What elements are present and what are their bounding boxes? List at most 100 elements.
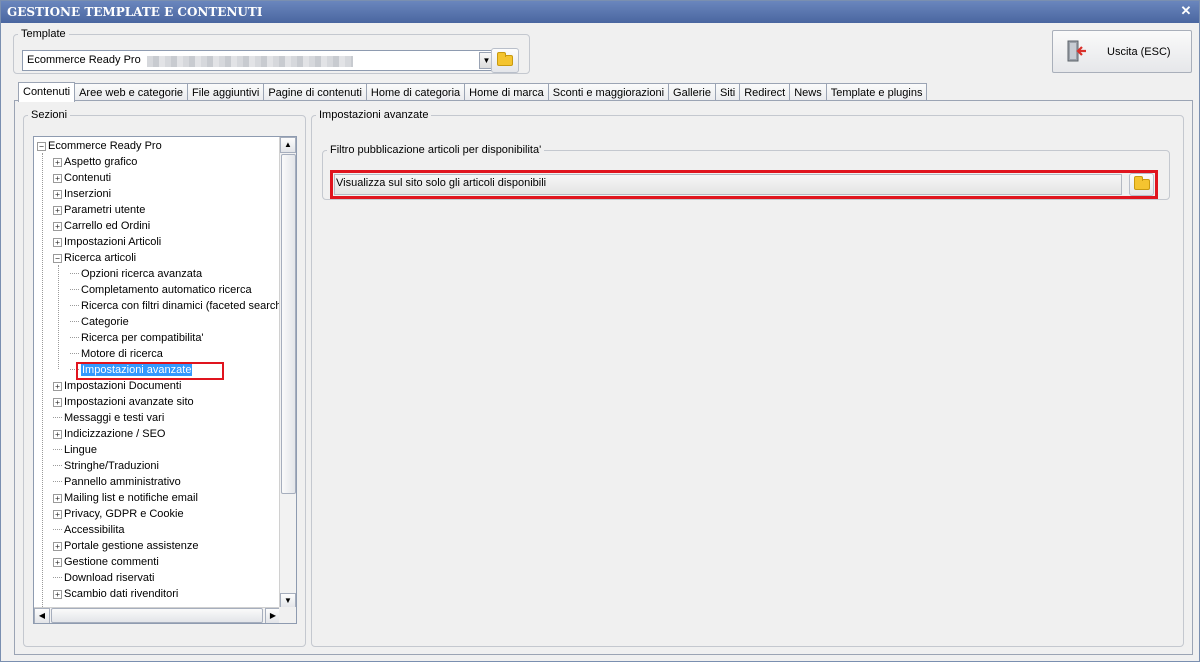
vertical-scroll-thumb[interactable] [281, 154, 296, 494]
tree-subitem[interactable]: Opzioni ricerca avanzata [70, 266, 202, 282]
expand-icon[interactable]: + [53, 494, 62, 503]
window-title: GESTIONE TEMPLATE E CONTENUTI [7, 5, 263, 19]
tree-connector [70, 321, 79, 322]
tree-connector [53, 417, 62, 418]
tree-item-label: Completamento automatico ricerca [81, 284, 252, 296]
tree-item-label: Gestione commenti [64, 556, 159, 568]
template-select[interactable]: Ecommerce Ready Pro ▼ [22, 50, 496, 71]
template-select-value: Ecommerce Ready Pro [27, 54, 141, 66]
tree-subitem[interactable]: Impostazioni avanzate [70, 362, 193, 378]
exit-button[interactable]: Uscita (ESC) [1052, 30, 1192, 73]
expand-icon[interactable]: + [53, 558, 62, 567]
expand-icon[interactable]: + [53, 174, 62, 183]
tree-item[interactable]: Accessibilita [53, 522, 125, 538]
tree-subitem[interactable]: Ricerca per compatibilita' [70, 330, 204, 346]
tree-item-label: Mailing list e notifiche email [64, 492, 198, 504]
tree-item[interactable]: + Portale gestione assistenze [53, 538, 199, 554]
tree-item-label: Download riservati [64, 572, 155, 584]
advanced-settings-group: Impostazioni avanzate Filtro pubblicazio… [311, 109, 1184, 647]
tree-root-label: Ecommerce Ready Pro [48, 140, 162, 152]
tree-connector [53, 481, 62, 482]
vertical-scrollbar[interactable]: ▲ ▼ [279, 137, 296, 609]
tree-item-label: Ricerca articoli [64, 252, 137, 264]
expand-icon[interactable]: + [53, 398, 62, 407]
availability-filter-group: Filtro pubblicazione articoli per dispon… [322, 144, 1170, 200]
tree-subitem[interactable]: Categorie [70, 314, 129, 330]
folder-icon [497, 52, 513, 66]
tree-item[interactable]: + Privacy, GDPR e Cookie [53, 506, 184, 522]
tree-connector [70, 273, 79, 274]
tree-item-label: Aspetto grafico [64, 156, 138, 168]
tree-item[interactable]: Download riservati [53, 570, 154, 586]
tree-item-label: Impostazioni Documenti [64, 380, 182, 392]
tree-item-label: Contenuti [64, 172, 112, 184]
tree-subitem[interactable]: Ricerca con filtri dinamici (faceted sea… [70, 298, 285, 314]
redacted-text [147, 56, 353, 67]
exit-door-icon [1067, 40, 1086, 62]
tree-item-label: Categorie [81, 316, 129, 328]
tree-item-label: Portale gestione assistenze [64, 540, 199, 552]
expand-icon[interactable]: + [53, 510, 62, 519]
collapse-icon[interactable]: − [37, 142, 46, 151]
expand-icon[interactable]: + [53, 430, 62, 439]
tree-item[interactable]: + Parametri utente [53, 202, 145, 218]
availability-filter-highlight: Visualizza sul sito solo gli articoli di… [330, 170, 1158, 199]
tree-guide-line [42, 153, 43, 609]
horizontal-scrollbar[interactable]: ◀ ▶ [34, 607, 281, 623]
tree-item-label: Accessibilita [64, 524, 125, 536]
close-icon[interactable]: ✕ [1179, 1, 1193, 23]
tree-item-label: Lingue [64, 444, 98, 456]
availability-filter-value[interactable]: Visualizza sul sito solo gli articoli di… [334, 174, 1122, 195]
tab-strip: Contenuti Aree web e categorie File aggi… [18, 82, 928, 102]
expand-icon[interactable]: + [53, 206, 62, 215]
tree-item-label: Impostazioni avanzate [81, 364, 193, 376]
scroll-up-icon[interactable]: ▲ [280, 137, 296, 153]
tree-item[interactable]: Messaggi e testi vari [53, 410, 164, 426]
tree-item[interactable]: − Ricerca articoli [53, 250, 136, 266]
horizontal-scroll-thumb[interactable] [51, 608, 263, 623]
collapse-icon[interactable]: − [53, 254, 62, 263]
tree-connector [70, 337, 79, 338]
expand-icon[interactable]: + [53, 382, 62, 391]
scroll-left-icon[interactable]: ◀ [34, 608, 50, 623]
tree-connector [70, 289, 79, 290]
tree-item[interactable]: + Contenuti [53, 170, 111, 186]
tree-connector [53, 465, 62, 466]
expand-icon[interactable]: + [53, 590, 62, 599]
tree-item[interactable]: + Gestione commenti [53, 554, 159, 570]
tree-item[interactable]: Pannello amministrativo [53, 474, 181, 490]
tab-contenuti[interactable]: Contenuti [18, 82, 76, 102]
tree-connector [53, 577, 62, 578]
tree-item-label: Motore di ricerca [81, 348, 163, 360]
tree-item[interactable]: + Inserzioni [53, 186, 111, 202]
availability-filter-browse-button[interactable] [1129, 173, 1154, 196]
sections-group: Sezioni − Ecommerce Ready Pro + Aspetto gr… [23, 109, 306, 647]
tree-item-label: Opzioni ricerca avanzata [81, 268, 203, 280]
template-browse-button[interactable] [491, 48, 519, 73]
expand-icon[interactable]: + [53, 238, 62, 247]
tree-subitem[interactable]: Completamento automatico ricerca [70, 282, 252, 298]
tree-item-label: Stringhe/Traduzioni [64, 460, 159, 472]
tree-item[interactable]: + Scambio dati rivenditori [53, 586, 178, 602]
availability-filter-legend: Filtro pubblicazione articoli per dispon… [330, 144, 542, 156]
tree-subitem[interactable]: Motore di ricerca [70, 346, 163, 362]
tree-item[interactable]: + Carrello ed Ordini [53, 218, 150, 234]
folder-icon [1133, 176, 1150, 190]
tree-item-label: Pannello amministrativo [64, 476, 181, 488]
tree-item[interactable]: + Aspetto grafico [53, 154, 137, 170]
tree-item[interactable]: + Impostazioni avanzate sito [53, 394, 194, 410]
tree-item[interactable]: + Impostazioni Documenti [53, 378, 181, 394]
tree-connector [70, 305, 79, 306]
tree-item[interactable]: + Indicizzazione / SEO [53, 426, 166, 442]
tree-root[interactable]: − Ecommerce Ready Pro [37, 138, 162, 154]
expand-icon[interactable]: + [53, 190, 62, 199]
tree-item[interactable]: + Mailing list e notifiche email [53, 490, 198, 506]
expand-icon[interactable]: + [53, 222, 62, 231]
tree-connector [53, 449, 62, 450]
expand-icon[interactable]: + [53, 158, 62, 167]
tree-item[interactable]: Stringhe/Traduzioni [53, 458, 159, 474]
tree-item[interactable]: Lingue [53, 442, 97, 458]
tree-item[interactable]: + Impostazioni Articoli [53, 234, 161, 250]
expand-icon[interactable]: + [53, 542, 62, 551]
tree-guide-line [58, 265, 59, 369]
